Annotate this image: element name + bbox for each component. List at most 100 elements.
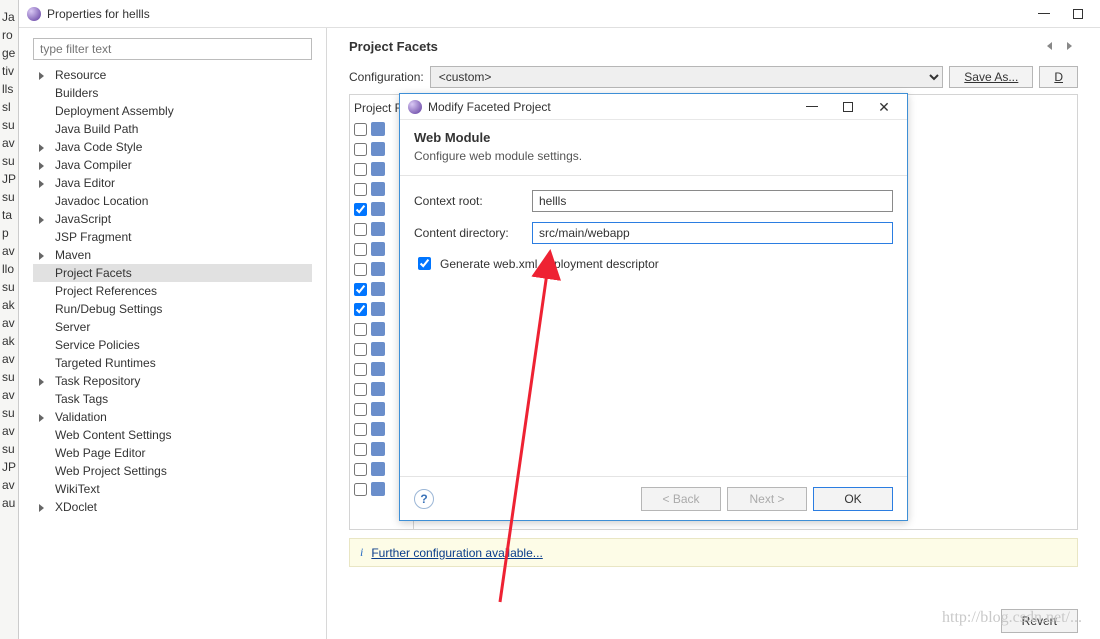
- tree-item-project-facets[interactable]: Project Facets: [33, 264, 312, 282]
- context-root-input[interactable]: [532, 190, 893, 212]
- banner-title: Web Module: [414, 130, 893, 145]
- facet-checkbox[interactable]: [354, 303, 367, 316]
- generate-webxml-label: Generate web.xml deployment descriptor: [440, 257, 659, 271]
- facet-checkbox[interactable]: [354, 183, 367, 196]
- tree-item-javadoc-location[interactable]: Javadoc Location: [33, 192, 312, 210]
- delete-button[interactable]: D: [1039, 66, 1078, 88]
- facet-checkbox[interactable]: [354, 463, 367, 476]
- context-root-label: Context root:: [414, 194, 522, 208]
- facet-checkbox[interactable]: [354, 403, 367, 416]
- further-config-bar[interactable]: i Further configuration available...: [349, 538, 1078, 567]
- modal-title: Modify Faceted Project: [428, 100, 551, 114]
- eclipse-host-strip: JarogetivllsslsuavsuJPsutapavllosuakavak…: [0, 0, 20, 639]
- tree-item-server[interactable]: Server: [33, 318, 312, 336]
- modal-close-button[interactable]: ✕: [869, 96, 899, 118]
- facet-icon: [371, 362, 385, 376]
- modal-maximize-button[interactable]: [833, 96, 863, 118]
- further-config-link[interactable]: Further configuration available...: [371, 546, 542, 560]
- history-back-icon[interactable]: [1042, 38, 1058, 54]
- ok-button[interactable]: OK: [813, 487, 893, 511]
- tree-item-validation[interactable]: Validation: [33, 408, 312, 426]
- facet-checkbox[interactable]: [354, 383, 367, 396]
- properties-title: Properties for hellls: [47, 7, 150, 21]
- tree-item-builders[interactable]: Builders: [33, 84, 312, 102]
- tree-item-maven[interactable]: Maven: [33, 246, 312, 264]
- facet-checkbox[interactable]: [354, 363, 367, 376]
- facet-checkbox[interactable]: [354, 263, 367, 276]
- help-icon[interactable]: ?: [414, 489, 434, 509]
- tree-item-java-build-path[interactable]: Java Build Path: [33, 120, 312, 138]
- facet-icon: [371, 462, 385, 476]
- info-icon: i: [360, 545, 363, 560]
- tree-item-task-repository[interactable]: Task Repository: [33, 372, 312, 390]
- facet-checkbox[interactable]: [354, 143, 367, 156]
- tree-item-java-editor[interactable]: Java Editor: [33, 174, 312, 192]
- section-title: Project Facets: [349, 39, 1042, 54]
- facet-icon: [371, 122, 385, 136]
- category-tree: ResourceBuildersDeployment AssemblyJava …: [19, 28, 327, 639]
- content-dir-input[interactable]: [532, 222, 893, 244]
- eclipse-icon: [27, 7, 41, 21]
- facet-checkbox[interactable]: [354, 483, 367, 496]
- tree-item-jsp-fragment[interactable]: JSP Fragment: [33, 228, 312, 246]
- facet-icon: [371, 402, 385, 416]
- facet-checkbox[interactable]: [354, 283, 367, 296]
- facet-icon: [371, 242, 385, 256]
- tree-item-xdoclet[interactable]: XDoclet: [33, 498, 312, 516]
- tree-item-web-content-settings[interactable]: Web Content Settings: [33, 426, 312, 444]
- facet-icon: [371, 342, 385, 356]
- modal-minimize-button[interactable]: [797, 96, 827, 118]
- minimize-button[interactable]: [1030, 3, 1058, 25]
- history-fwd-icon[interactable]: [1062, 38, 1078, 54]
- facet-icon: [371, 322, 385, 336]
- eclipse-icon: [408, 100, 422, 114]
- tree-item-web-page-editor[interactable]: Web Page Editor: [33, 444, 312, 462]
- configuration-label: Configuration:: [349, 70, 424, 84]
- facet-icon: [371, 302, 385, 316]
- modal-titlebar: Modify Faceted Project ✕: [400, 94, 907, 120]
- facet-icon: [371, 222, 385, 236]
- facet-icon: [371, 202, 385, 216]
- maximize-button[interactable]: [1064, 3, 1092, 25]
- facet-icon: [371, 482, 385, 496]
- tree-item-java-code-style[interactable]: Java Code Style: [33, 138, 312, 156]
- facet-checkbox[interactable]: [354, 323, 367, 336]
- tree-item-web-project-settings[interactable]: Web Project Settings: [33, 462, 312, 480]
- facet-icon: [371, 182, 385, 196]
- tree-item-run-debug-settings[interactable]: Run/Debug Settings: [33, 300, 312, 318]
- tree-item-project-references[interactable]: Project References: [33, 282, 312, 300]
- facet-icon: [371, 282, 385, 296]
- facet-icon: [371, 262, 385, 276]
- back-button[interactable]: < Back: [641, 487, 721, 511]
- facet-checkbox[interactable]: [354, 123, 367, 136]
- facet-checkbox[interactable]: [354, 343, 367, 356]
- tree-item-javascript[interactable]: JavaScript: [33, 210, 312, 228]
- tree-item-java-compiler[interactable]: Java Compiler: [33, 156, 312, 174]
- configuration-select[interactable]: <custom>: [430, 66, 944, 88]
- facet-checkbox[interactable]: [354, 443, 367, 456]
- facet-icon: [371, 442, 385, 456]
- facet-icon: [371, 162, 385, 176]
- modify-faceted-project-dialog: Modify Faceted Project ✕ Web Module Conf…: [399, 93, 908, 521]
- tree-item-service-policies[interactable]: Service Policies: [33, 336, 312, 354]
- tree-item-task-tags[interactable]: Task Tags: [33, 390, 312, 408]
- tree-item-resource[interactable]: Resource: [33, 66, 312, 84]
- facet-checkbox[interactable]: [354, 203, 367, 216]
- tree-item-deployment-assembly[interactable]: Deployment Assembly: [33, 102, 312, 120]
- tree-item-targeted-runtimes[interactable]: Targeted Runtimes: [33, 354, 312, 372]
- revert-button[interactable]: Revert: [1001, 609, 1078, 633]
- tree-item-wikitext[interactable]: WikiText: [33, 480, 312, 498]
- generate-webxml-checkbox[interactable]: [418, 257, 431, 270]
- facet-checkbox[interactable]: [354, 163, 367, 176]
- facet-icon: [371, 142, 385, 156]
- save-as-button[interactable]: Save As...: [949, 66, 1033, 88]
- facet-checkbox[interactable]: [354, 223, 367, 236]
- facet-checkbox[interactable]: [354, 423, 367, 436]
- content-dir-label: Content directory:: [414, 226, 522, 240]
- properties-titlebar: Properties for hellls: [19, 0, 1100, 28]
- facet-icon: [371, 382, 385, 396]
- facet-checkbox[interactable]: [354, 243, 367, 256]
- next-button[interactable]: Next >: [727, 487, 807, 511]
- filter-input[interactable]: [33, 38, 312, 60]
- facet-icon: [371, 422, 385, 436]
